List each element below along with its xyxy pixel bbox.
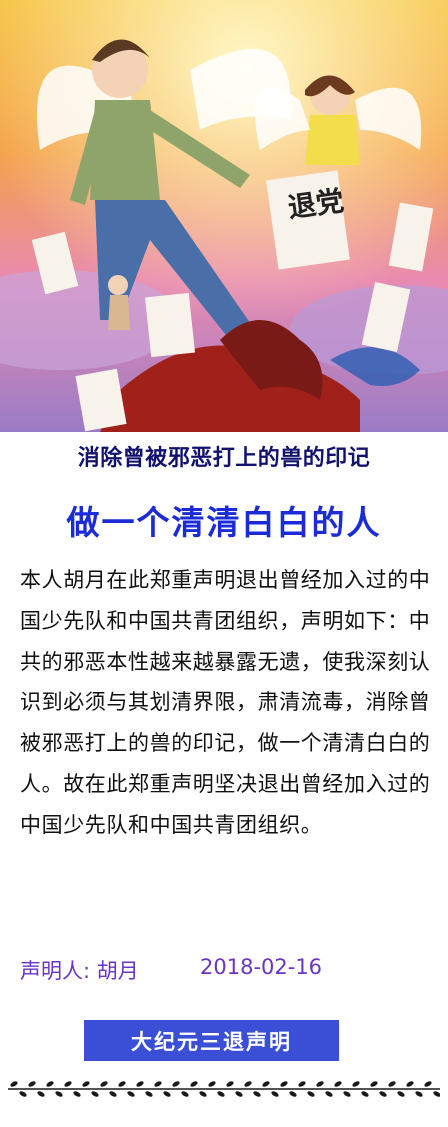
subtitle: 消除曾被邪恶打上的兽的印记	[77, 446, 371, 471]
statement-date: 2018-02-16	[200, 955, 323, 979]
signature: 声明人: 胡月	[20, 959, 139, 983]
hero-illustration: 退党	[0, 0, 448, 432]
source-badge: 大纪元三退声明	[84, 1020, 339, 1061]
decorative-divider	[8, 1076, 441, 1102]
statement-body: 本人胡月在此郑重声明退出曾经加入过的中国少先队和中国共青团组织，声明如下：中共的…	[20, 568, 431, 837]
page-title: 做一个清清白白的人	[66, 503, 382, 542]
